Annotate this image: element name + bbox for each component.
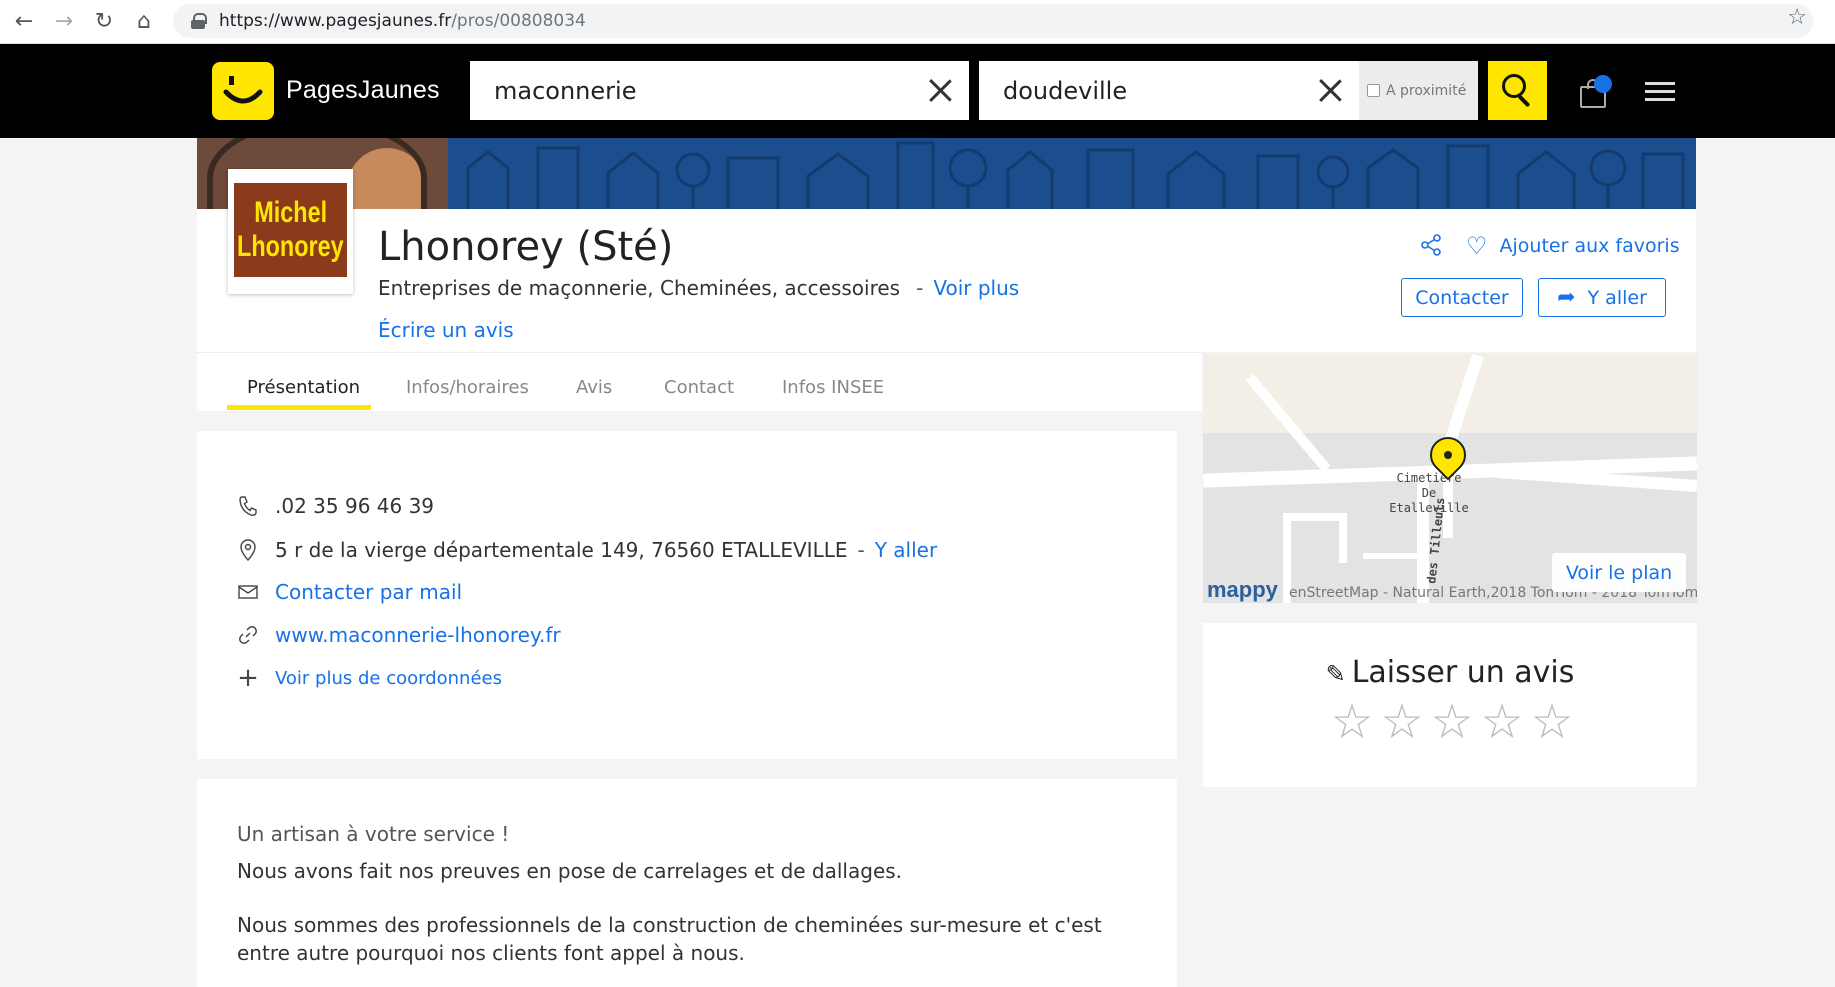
map-place-line2: Etalleville <box>1389 501 1469 515</box>
lock-icon <box>191 13 207 29</box>
section-tabs: Présentation Infos/horaires Avis Contact… <box>197 352 1202 411</box>
heart-icon: ♡ <box>1466 232 1488 260</box>
directions-button[interactable]: ➦ Y aller <box>1538 278 1666 317</box>
mail-icon <box>235 579 261 605</box>
business-categories: Entreprises de maçonnerie, Cheminées, ac… <box>378 276 901 300</box>
home-icon[interactable]: ⌂ <box>124 2 164 42</box>
mappy-logo: mappy <box>1207 577 1278 602</box>
mail-row[interactable]: Contacter par mail <box>235 579 462 605</box>
star-rating[interactable]: ☆ ☆ ☆ ☆ ☆ <box>1327 697 1577 747</box>
add-favorite-button[interactable]: ♡ Ajouter aux favoris <box>1466 232 1680 260</box>
tab-contact[interactable]: Contact <box>664 377 734 398</box>
view-map-button[interactable]: Voir le plan <box>1552 553 1686 592</box>
write-review-link[interactable]: Écrire un avis <box>378 318 514 342</box>
what-search-value: maconnerie <box>494 76 637 105</box>
proximity-label: A proximité <box>1386 82 1467 99</box>
address-directions-link[interactable]: Y aller <box>875 538 937 562</box>
description-tagline: Un artisan à votre service ! <box>237 822 510 846</box>
notification-dot <box>1594 75 1612 93</box>
back-icon[interactable]: ← <box>4 2 44 42</box>
star-5-icon[interactable]: ☆ <box>1527 697 1577 747</box>
phone-number[interactable]: .02 35 96 46 39 <box>275 494 434 518</box>
tab-infos-insee[interactable]: Infos INSEE <box>782 377 884 398</box>
business-logo-line2: Lhonorey <box>237 230 344 263</box>
star-4-icon[interactable]: ☆ <box>1477 697 1527 747</box>
voir-plus-link[interactable]: Voir plus <box>933 276 1019 300</box>
site-header: PagesJaunes maconnerie doudeville A prox… <box>0 44 1835 138</box>
description-card: Un artisan à votre service ! Nous avons … <box>197 779 1177 987</box>
business-categories-row: Entreprises de maçonnerie, Cheminées, ac… <box>378 276 1020 300</box>
address-row: 5 r de la vierge départementale 149, 765… <box>235 537 937 563</box>
banner-pattern <box>448 138 1696 209</box>
where-search-value: doudeville <box>1003 76 1128 105</box>
tab-presentation[interactable]: Présentation <box>247 377 360 398</box>
add-favorite-label: Ajouter aux favoris <box>1499 235 1680 257</box>
browser-toolbar: ← → ↻ ⌂ https://www.pagesjaunes.fr/pros/… <box>0 0 1835 44</box>
phone-icon <box>235 493 261 519</box>
description-paragraph-2: Nous sommes des professionnels de la con… <box>237 913 1102 965</box>
proximity-checkbox[interactable]: A proximité <box>1359 61 1478 120</box>
what-search-input[interactable]: maconnerie <box>470 61 969 120</box>
tab-avis[interactable]: Avis <box>576 377 612 398</box>
share-icon[interactable] <box>1420 234 1442 256</box>
directions-label: Y aller <box>1587 286 1647 309</box>
business-name: Lhonorey (Sté) <box>378 224 674 270</box>
contact-mail-link[interactable]: Contacter par mail <box>275 580 462 604</box>
contact-button[interactable]: Contacter <box>1401 278 1523 317</box>
contact-info-card: .02 35 96 46 39 5 r de la vierge départe… <box>197 431 1177 759</box>
location-map[interactable]: Cimetière De Etalleville des Tilleuls ma… <box>1203 353 1697 603</box>
directions-arrow-icon: ➦ <box>1557 285 1576 310</box>
pagesjaunes-logo-icon[interactable] <box>212 62 274 120</box>
pencil-icon: ✎ <box>1325 660 1346 688</box>
brand-name[interactable]: PagesJaunes <box>286 76 440 105</box>
search-icon <box>1502 74 1526 98</box>
plus-icon: + <box>237 663 259 693</box>
link-icon <box>235 622 261 648</box>
website-link[interactable]: www.maconnerie-lhonorey.fr <box>275 623 561 647</box>
phone-row[interactable]: .02 35 96 46 39 <box>235 493 434 519</box>
description-paragraph-1: Nous avons fait nos preuves en pose de c… <box>237 859 903 883</box>
address-bar[interactable]: https://www.pagesjaunes.fr/pros/00808034 <box>173 4 1813 38</box>
checkbox-icon[interactable] <box>1367 84 1380 97</box>
leave-review-title: ✎ Laisser un avis <box>1325 655 1575 690</box>
url-host: https://www.pagesjaunes.fr <box>219 11 452 31</box>
address-text: 5 r de la vierge départementale 149, 765… <box>275 538 848 562</box>
business-logo-line1: Michel <box>254 196 327 229</box>
leave-review-card: ✎ Laisser un avis ☆ ☆ ☆ ☆ ☆ <box>1203 623 1697 787</box>
bookmark-star-icon[interactable]: ☆ <box>1787 5 1807 30</box>
more-coords-link[interactable]: Voir plus de coordonnées <box>275 668 502 689</box>
url-path: /pros/00808034 <box>451 11 586 31</box>
forward-icon[interactable]: → <box>44 2 84 42</box>
shopping-bag-icon[interactable] <box>1580 75 1612 109</box>
website-row[interactable]: www.maconnerie-lhonorey.fr <box>235 622 561 648</box>
star-1-icon[interactable]: ☆ <box>1327 697 1377 747</box>
location-pin-icon <box>235 537 261 563</box>
star-3-icon[interactable]: ☆ <box>1427 697 1477 747</box>
business-logo: Michel Lhonorey <box>228 169 353 294</box>
active-tab-indicator <box>227 405 371 410</box>
tab-infos-horaires[interactable]: Infos/horaires <box>406 377 529 398</box>
clear-what-icon[interactable] <box>925 75 955 105</box>
star-2-icon[interactable]: ☆ <box>1377 697 1427 747</box>
clear-where-icon[interactable] <box>1315 75 1345 105</box>
reload-icon[interactable]: ↻ <box>84 2 124 42</box>
where-search-input[interactable]: doudeville <box>979 61 1359 120</box>
search-button[interactable] <box>1488 61 1547 120</box>
hamburger-menu-icon[interactable] <box>1645 82 1675 102</box>
more-coords-row[interactable]: + Voir plus de coordonnées <box>235 663 502 693</box>
